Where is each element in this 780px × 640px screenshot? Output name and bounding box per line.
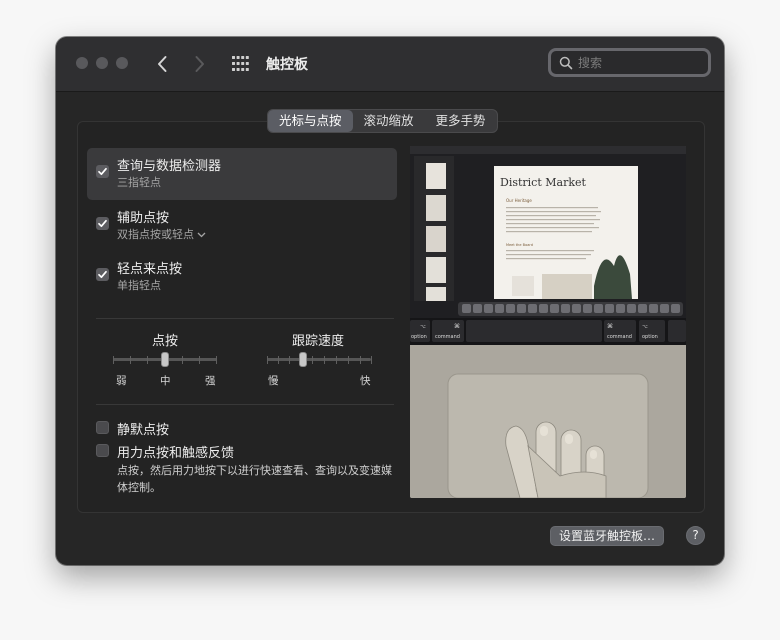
slider-label-light: 弱 [116,375,127,387]
option-subtitle: 三指轻点 [117,176,161,189]
slider-tick [324,356,325,364]
slider-tick [130,356,131,364]
silent-click-checkbox[interactable] [96,421,109,434]
tab-point-and-click[interactable]: 光标与点按 [268,110,353,132]
slider-tick [216,356,217,364]
secondary-click-menu[interactable]: 双指点按或轻点 [117,226,206,242]
chevron-left-icon [158,56,167,72]
force-click-checkbox[interactable] [96,444,109,457]
zoom-window-button[interactable] [116,57,128,69]
show-all-grid-button[interactable] [232,56,249,71]
divider [96,404,394,405]
search-field[interactable] [548,48,711,77]
preview-document-section: Meet the Board [506,243,533,247]
slider-tick [199,356,200,364]
preview-key-symbol: ⌘ [607,323,613,330]
slider-tick [289,356,290,364]
slider-tick [336,356,337,364]
preview-key-label: option [411,334,427,340]
gesture-preview-video: District Market Our Heritage Meet the Bo… [410,146,686,498]
tap-to-click-checkbox[interactable] [96,268,109,281]
checkmark-icon [98,219,107,228]
preview-key-symbol: ⌥ [642,324,648,330]
click-slider-title: 点按 [152,334,179,349]
tracking-slider-title: 跟踪速度 [292,334,345,349]
chevron-right-icon [195,56,204,72]
slider-label-medium: 中 [160,375,171,387]
forward-button[interactable] [189,53,209,75]
search-input[interactable] [578,53,698,73]
force-click-description: 点按，然后用力地按下以进行快速查看、查询以及变速媒体控制。 [117,464,392,494]
slider-thumb[interactable] [161,352,169,367]
tab-bar: 光标与点按 滚动缩放 更多手势 [267,109,498,133]
back-button[interactable] [153,53,173,75]
preview-key-label: command [435,334,460,340]
slider-tick [113,356,114,364]
preview-key-symbol: ⌘ [454,323,460,330]
system-preferences-window: 触控板 光标与点按 滚动缩放 更多手势 查询与数据检测器 三指轻点 辅助点按 双… [56,37,724,565]
slider-tick [182,356,183,364]
slider-tick [360,356,361,364]
lookup-checkbox[interactable] [96,165,109,178]
close-window-button[interactable] [76,57,88,69]
silent-click-label: 静默点按 [117,423,170,438]
option-lookup-data-detectors[interactable]: 查询与数据检测器 三指轻点 [87,148,397,200]
preview-document-title: District Market [500,176,587,189]
help-button[interactable]: ? [686,526,705,545]
slider-tick [278,356,279,364]
grid-icon [232,56,249,71]
chevron-down-icon [197,232,206,238]
slider-label-slow: 慢 [268,375,279,387]
slider-tick [371,356,372,364]
preview-key-label: option [642,334,658,340]
slider-tick [312,356,313,364]
option-title: 查询与数据检测器 [117,159,222,174]
option-title: 轻点来点按 [117,262,183,277]
title-bar: 触控板 [56,37,724,92]
preview-document-subtitle: Our Heritage [506,198,532,203]
slider-label-firm: 强 [205,375,216,387]
slider-thumb[interactable] [299,352,307,367]
option-subtitle: 双指点按或轻点 [117,228,194,241]
option-subtitle: 单指轻点 [117,279,161,292]
secondary-click-checkbox[interactable] [96,217,109,230]
preview-illustration: District Market Our Heritage Meet the Bo… [410,146,686,498]
checkmark-icon [98,167,107,176]
slider-label-fast: 快 [360,375,371,387]
window-title: 触控板 [266,57,308,73]
preview-key-symbol: ⌥ [420,324,426,330]
option-secondary-click[interactable]: 辅助点按 双指点按或轻点 [87,200,397,252]
slider-tick [348,356,349,364]
slider-tick [147,356,148,364]
option-tap-to-click[interactable]: 轻点来点按 单指轻点 [87,251,397,303]
checkmark-icon [98,270,107,279]
divider [96,318,394,319]
tab-more-gestures[interactable]: 更多手势 [425,110,497,132]
force-click-label: 用力点按和触感反馈 [117,446,235,461]
minimize-window-button[interactable] [96,57,108,69]
setup-bluetooth-trackpad-button[interactable]: 设置蓝牙触控板… [550,526,665,546]
slider-tick [267,356,268,364]
option-title: 辅助点按 [117,211,170,226]
slider-track [267,358,371,361]
search-icon [559,56,573,70]
preview-key-label: command [607,334,632,340]
tab-scroll-zoom[interactable]: 滚动缩放 [353,110,425,132]
